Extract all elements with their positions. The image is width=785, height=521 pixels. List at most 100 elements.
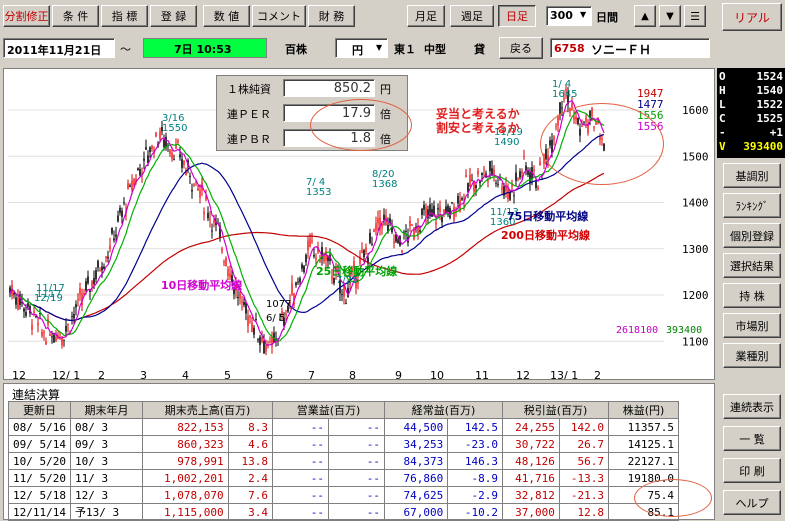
candle-body <box>207 213 209 219</box>
side-print-button[interactable]: 印 刷 <box>723 458 781 483</box>
tab-financial[interactable]: 財 務 <box>308 5 355 27</box>
currency-select[interactable]: 円 ▼ <box>335 38 388 58</box>
table-cell: 12/ 5/18 <box>8 486 71 504</box>
table-cell: -23.0 <box>447 435 503 453</box>
candle-body <box>303 265 305 273</box>
candle-body <box>533 169 535 172</box>
side-help-button[interactable]: ヘルプ <box>723 490 781 515</box>
candle-body <box>269 342 271 344</box>
realtime-button[interactable]: リアル <box>722 3 782 31</box>
candle-body <box>203 211 205 215</box>
menu-button[interactable]: ☰ <box>684 5 706 27</box>
candle-body <box>129 185 131 187</box>
back-button[interactable]: 戻る <box>499 37 543 59</box>
unit-label: 百株 <box>285 43 307 56</box>
candle-body <box>341 293 343 295</box>
tab-values[interactable]: 数 値 <box>203 5 250 27</box>
recent-highlight-circle <box>540 103 664 185</box>
table-cell: 142.5 <box>447 418 503 436</box>
monthly-button[interactable]: 月足 <box>407 5 445 27</box>
table-cell: 74,625 <box>383 486 449 504</box>
table-cell: -- <box>272 503 329 521</box>
candle-body <box>369 232 371 243</box>
side-list-button[interactable]: 一 覧 <box>723 426 781 451</box>
date-field[interactable]: 2011年11月21日 <box>3 38 115 58</box>
side-market-button[interactable]: 市場別 <box>723 313 781 338</box>
candle-body <box>477 170 479 175</box>
tab-split-adjust[interactable]: 分割修正 <box>3 5 50 27</box>
table-row: 08/ 5/16 08/ 3 822,153 8.3 -- -- 44,500 142.5 24… <box>8 418 679 436</box>
weekly-button[interactable]: 週足 <box>450 5 494 27</box>
table-cell: 09/ 5/14 <box>8 435 71 453</box>
table-cell: 41,716 <box>502 469 560 487</box>
count-select[interactable]: 300 ▼ <box>546 6 592 26</box>
table-cell: 10/ 3 <box>70 452 143 470</box>
side-continuous-button[interactable]: 連続表示 <box>723 394 781 419</box>
candle-body <box>313 254 315 257</box>
bps-field: 850.2 <box>283 79 375 97</box>
candle-body <box>117 215 119 222</box>
table-cell: 11/ 5/20 <box>8 469 71 487</box>
candle-body <box>17 297 19 310</box>
candle-body <box>439 206 441 212</box>
arrow-down-button[interactable]: ▼ <box>659 5 681 27</box>
table-cell: -- <box>328 486 385 504</box>
side-industry-button[interactable]: 業種別 <box>723 343 781 368</box>
per-highlight-circle <box>310 99 412 151</box>
arrow-up-button[interactable]: ▲ <box>634 5 656 27</box>
candle-body <box>471 180 473 182</box>
side-selection-button[interactable]: 選択結果 <box>723 253 781 278</box>
candle-body <box>109 245 111 250</box>
candle-body <box>151 145 153 149</box>
candle-body <box>393 241 395 244</box>
side-individual-button[interactable]: 個別登録 <box>723 223 781 248</box>
code-field[interactable]: 6758 ソニーＦＨ <box>550 38 710 58</box>
table-cell: 26.7 <box>558 435 610 453</box>
tab-indicators[interactable]: 指 標 <box>101 5 148 27</box>
table-cell: -- <box>272 418 329 436</box>
bps-unit: 円 <box>380 83 391 96</box>
candle-body <box>75 304 77 308</box>
pbr-label: 連ＰＢＲ <box>227 133 271 146</box>
side-ranking-button[interactable]: ﾗﾝｷﾝｸﾞ <box>723 193 781 218</box>
candle-body <box>489 161 491 172</box>
date-value: 2011年11月21日 <box>7 44 102 57</box>
count-value: 300 <box>550 9 573 22</box>
candle-body <box>307 240 309 251</box>
table-cell: -- <box>272 435 329 453</box>
side-holdings-button[interactable]: 持 株 <box>723 283 781 308</box>
table-cell: 860,323 <box>142 435 229 453</box>
candle-body <box>397 239 399 243</box>
tab-conditions[interactable]: 条 件 <box>52 5 99 27</box>
candle-body <box>173 159 175 161</box>
table-cell: 08/ 5/16 <box>8 418 71 436</box>
table-row: 10/ 5/20 10/ 3 978,991 13.8 -- -- 84,373 146.3 4… <box>8 452 679 470</box>
x-tick-label: 5 <box>224 369 231 379</box>
candle-body <box>255 318 257 320</box>
x-tick-label: 8 <box>349 369 356 379</box>
candle-body <box>361 250 363 253</box>
x-tick-label: 2 <box>594 369 601 379</box>
price-value-label: 1077 <box>266 299 291 310</box>
candle-body <box>495 182 497 184</box>
side-kicho-button[interactable]: 基調別 <box>723 163 781 188</box>
candle-body <box>435 222 437 225</box>
tab-register[interactable]: 登 録 <box>150 5 197 27</box>
candle-body <box>487 180 489 182</box>
candle-body <box>155 132 157 137</box>
candle-body <box>133 179 135 185</box>
candle-body <box>523 156 525 158</box>
candle-body <box>297 281 299 283</box>
candle-body <box>265 345 267 352</box>
candle-body <box>305 254 307 263</box>
candle-body <box>91 281 93 287</box>
candle-body <box>519 171 521 178</box>
daily-button[interactable]: 日足 <box>498 5 536 27</box>
candle-body <box>95 270 97 280</box>
candle-body <box>419 230 421 232</box>
candle-body <box>469 175 471 187</box>
table-cell: 09/ 3 <box>70 435 143 453</box>
financial-table: 更新日 期末年月 期末売上高(百万) 営業益(百万) 経常益(百万) 税引益(百… <box>8 401 679 521</box>
table-cell: 44,500 <box>383 418 449 436</box>
tab-comment[interactable]: コメント <box>252 5 306 27</box>
